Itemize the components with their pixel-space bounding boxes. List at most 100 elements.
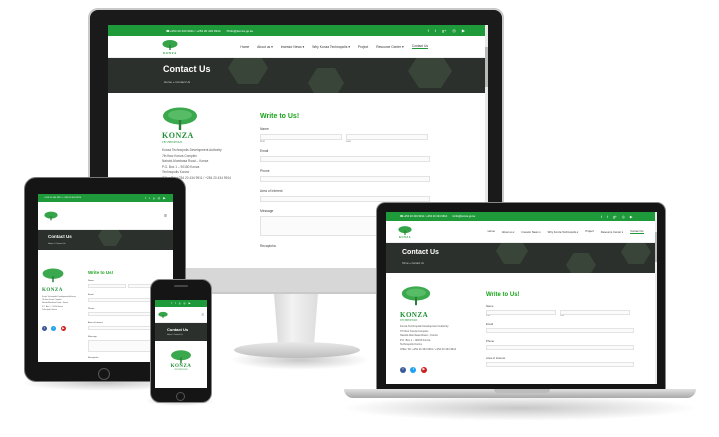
hamburger-menu-icon[interactable]: ≡ <box>164 213 167 219</box>
menu-investor-news[interactable]: Investor News ▾ <box>522 230 541 234</box>
monitor-base <box>234 342 360 358</box>
interest-label: Area of Interest <box>260 189 283 193</box>
tree-logo-icon[interactable] <box>158 311 168 319</box>
menu-about[interactable]: About us ▾ <box>502 230 515 234</box>
first-name-input[interactable] <box>88 284 126 288</box>
tree-logo-icon[interactable] <box>44 210 58 222</box>
youtube-icon[interactable]: ▶ <box>60 326 66 332</box>
name-sublabels: First Last <box>260 140 430 143</box>
twitter-icon[interactable]: t <box>410 366 417 373</box>
tree-logo-icon <box>171 350 191 364</box>
address-block: Konza Technopolis Development Authority … <box>42 296 82 312</box>
email-input[interactable] <box>260 156 430 162</box>
youtube-icon[interactable]: ▶ <box>462 28 465 33</box>
laptop-site: ☎ +254 20 434 9911 / +254 20 434 9914 ✉ … <box>386 212 657 384</box>
menu-resource-center[interactable]: Resource Center ▾ <box>376 45 404 49</box>
phone-input[interactable] <box>260 176 430 182</box>
main-menu: Home About us ▾ Investor News ▾ Why Konz… <box>236 44 432 49</box>
google-plus-icon[interactable]: g+ <box>442 28 447 33</box>
email-label: Email <box>486 322 493 326</box>
instagram-icon[interactable]: ◎ <box>622 215 625 219</box>
laptop-screen: ☎ +254 20 434 9911 / +254 20 434 9914 ✉ … <box>386 212 657 384</box>
banner-breadcrumb: Home » Contact Us <box>167 334 183 336</box>
google-plus-icon[interactable]: g <box>153 196 155 200</box>
contact-logo-name: KONZA <box>42 288 63 293</box>
tree-logo-icon <box>401 286 431 306</box>
banner-breadcrumb: Home » Contact Us <box>164 80 191 84</box>
instagram-icon[interactable]: ◎ <box>452 28 456 33</box>
contact-logo-name: KONZA <box>162 131 194 140</box>
contact-logo-tagline: TECHNOPOLIS <box>162 140 183 144</box>
menu-project[interactable]: Project <box>585 230 593 233</box>
twitter-icon[interactable]: t <box>607 215 608 219</box>
menu-home[interactable]: Home <box>240 45 249 49</box>
facebook-icon[interactable]: f <box>428 28 429 33</box>
first-label: First <box>260 140 265 143</box>
name-label: Name <box>260 127 269 131</box>
banner-breadcrumb: Home » Contact Us <box>402 262 424 265</box>
facebook-icon[interactable]: f <box>601 215 602 219</box>
twitter-icon[interactable]: t <box>149 196 150 200</box>
phone-topbar: f t g ◎ ▶ <box>155 300 207 307</box>
scrollbar-thumb[interactable] <box>485 47 488 87</box>
menu-contact[interactable]: Contact Us <box>411 44 428 49</box>
facebook-icon[interactable]: f <box>400 366 406 373</box>
phone-input[interactable] <box>486 345 634 350</box>
facebook-icon[interactable]: f <box>145 196 146 200</box>
instagram-icon[interactable]: ◎ <box>183 302 185 305</box>
youtube-icon[interactable]: ▶ <box>189 302 191 305</box>
laptop-scrollbar[interactable] <box>655 212 657 384</box>
menu-home[interactable]: Home <box>488 230 495 233</box>
instagram-icon[interactable]: ◎ <box>158 196 161 200</box>
laptop-notch <box>494 389 550 393</box>
menu-why-konza[interactable]: Why Konza Technopolis ▾ <box>548 230 579 234</box>
social-circles: f t ▶ <box>400 357 480 375</box>
twitter-icon[interactable]: t <box>51 326 57 332</box>
menu-about[interactable]: About us ▾ <box>257 45 273 49</box>
laptop-contact-form: Write to Us! Name First Last Email Phone… <box>486 292 634 367</box>
logo-name: KONZA <box>398 235 411 239</box>
desktop-banner: Contact Us Home » Contact Us <box>108 58 488 93</box>
site-logo[interactable]: KONZA <box>162 39 178 55</box>
phone-label: Phone <box>486 339 495 343</box>
phone-navbar: ≡ <box>155 307 207 323</box>
google-plus-icon[interactable]: g <box>179 302 180 305</box>
site-logo[interactable]: KONZA <box>398 225 412 239</box>
facebook-icon[interactable]: f <box>171 302 172 305</box>
interest-select[interactable] <box>486 362 634 367</box>
youtube-icon[interactable]: ▶ <box>420 366 427 373</box>
menu-why-konza[interactable]: Why Konza Technopolis ▾ <box>312 45 350 49</box>
phone-home-button[interactable] <box>176 392 185 401</box>
youtube-icon[interactable]: ▶ <box>163 196 165 200</box>
menu-investor-news[interactable]: Investor News ▾ <box>281 45 304 49</box>
topbar-email[interactable]: info@konza.go.ke <box>229 29 253 33</box>
contact-logo-tagline: TECHNOPOLIS <box>400 319 418 322</box>
contact-logo-tagline: TECHNOPOLIS <box>174 369 188 371</box>
email-input[interactable] <box>486 328 634 333</box>
laptop-banner: Contact Us Home » Contact Us <box>386 243 657 273</box>
tablet-topbar: +254 20 434 9911 / +254 20 434 9914 f t … <box>38 194 173 202</box>
phone-screen: f t g ◎ ▶ ≡ Contact Us Home » Contact Us <box>155 300 207 388</box>
twitter-icon[interactable]: t <box>435 28 436 33</box>
laptop-contact-block: KONZA TECHNOPOLIS Konza Technopolis Deve… <box>400 286 480 375</box>
youtube-icon[interactable]: ▶ <box>630 215 633 219</box>
contact-logo: KONZA TECHNOPOLIS <box>162 107 242 144</box>
contact-logo-name: KONZA <box>400 311 429 319</box>
menu-project[interactable]: Project <box>358 45 368 49</box>
scrollbar-thumb[interactable] <box>655 232 657 262</box>
banner-title: Contact Us <box>163 64 211 74</box>
menu-resource-center[interactable]: Resource Center ▾ <box>601 230 623 234</box>
menu-contact[interactable]: Contact Us <box>630 230 644 234</box>
tree-logo-icon <box>163 107 197 130</box>
banner-hex <box>621 243 651 264</box>
tablet-home-button[interactable] <box>98 368 110 380</box>
topbar-email[interactable]: info@konza.go.ke <box>454 215 475 218</box>
name-sublabels: First Last <box>486 315 634 317</box>
hamburger-menu-icon[interactable]: ≡ <box>202 312 204 317</box>
twitter-icon[interactable]: t <box>175 302 176 305</box>
tree-logo-icon <box>162 39 178 50</box>
google-plus-icon[interactable]: g+ <box>613 215 617 219</box>
facebook-icon[interactable]: f <box>42 326 47 332</box>
form-heading: Write to Us! <box>260 113 300 120</box>
laptop-shadow <box>340 395 700 421</box>
